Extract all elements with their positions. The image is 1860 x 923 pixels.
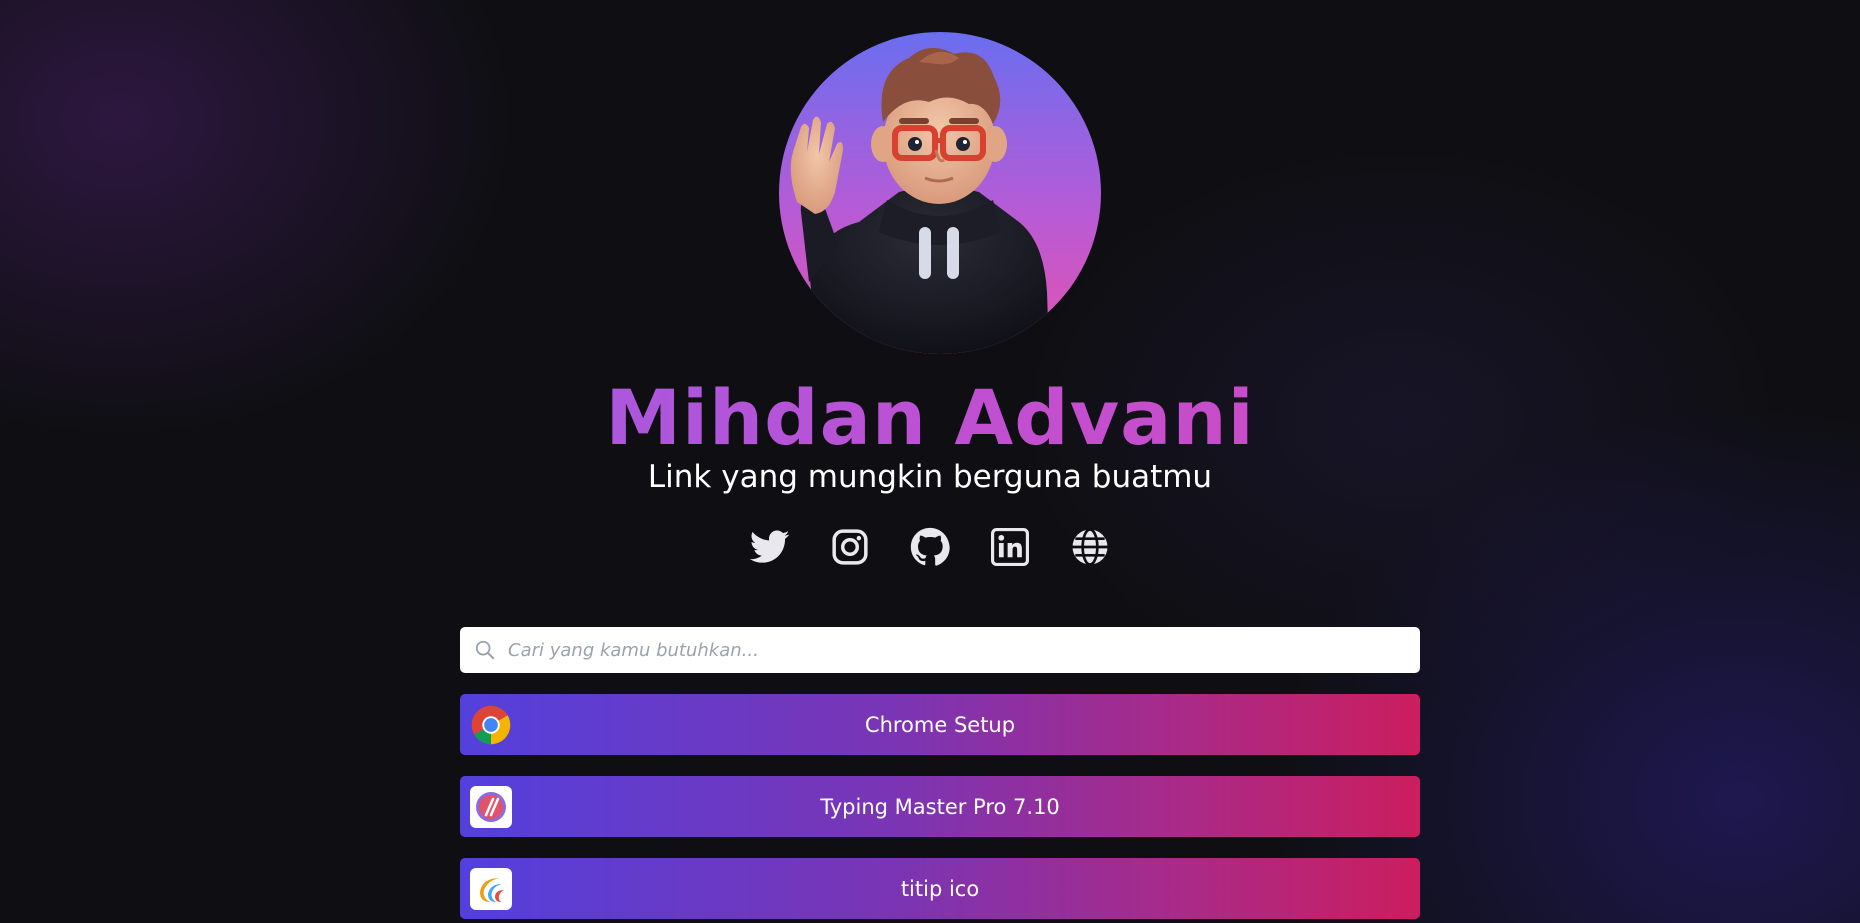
chrome-icon [471,705,511,745]
link-chrome-setup[interactable]: Chrome Setup [460,694,1420,755]
linkedin-icon [991,528,1029,566]
search-input[interactable] [506,638,1420,662]
link-icon-wrapper [470,786,512,828]
social-links [0,524,1860,570]
titip-ico-icon [480,878,504,902]
linkedin-link[interactable] [990,524,1030,570]
link-label: Typing Master Pro 7.10 [820,794,1060,819]
instagram-link[interactable] [830,524,870,570]
profile-name: Mihdan Advani [0,368,1860,468]
github-icon [910,527,950,566]
website-link[interactable] [1070,524,1110,570]
link-icon-wrapper [470,868,512,910]
avatar [779,32,1101,354]
twitter-link[interactable] [750,524,790,570]
search-icon [475,640,495,660]
link-titip-ico[interactable]: titip ico [460,858,1420,919]
link-icon-wrapper [470,704,512,746]
avatar-3d-character-icon [790,47,1049,354]
link-typing-master[interactable]: Typing Master Pro 7.10 [460,776,1420,837]
link-label: Chrome Setup [864,712,1016,737]
github-link[interactable] [910,524,950,570]
instagram-icon [832,529,868,565]
profile-tagline: Link yang mungkin berguna buatmu [647,459,1213,495]
globe-icon [1072,528,1108,566]
linktree-page: Mihdan Advani Link yang mungkin berguna … [0,0,1860,923]
search-box [460,627,1420,673]
twitter-icon [750,530,790,563]
typing-master-icon [476,792,506,822]
link-label: titip ico [900,876,980,901]
